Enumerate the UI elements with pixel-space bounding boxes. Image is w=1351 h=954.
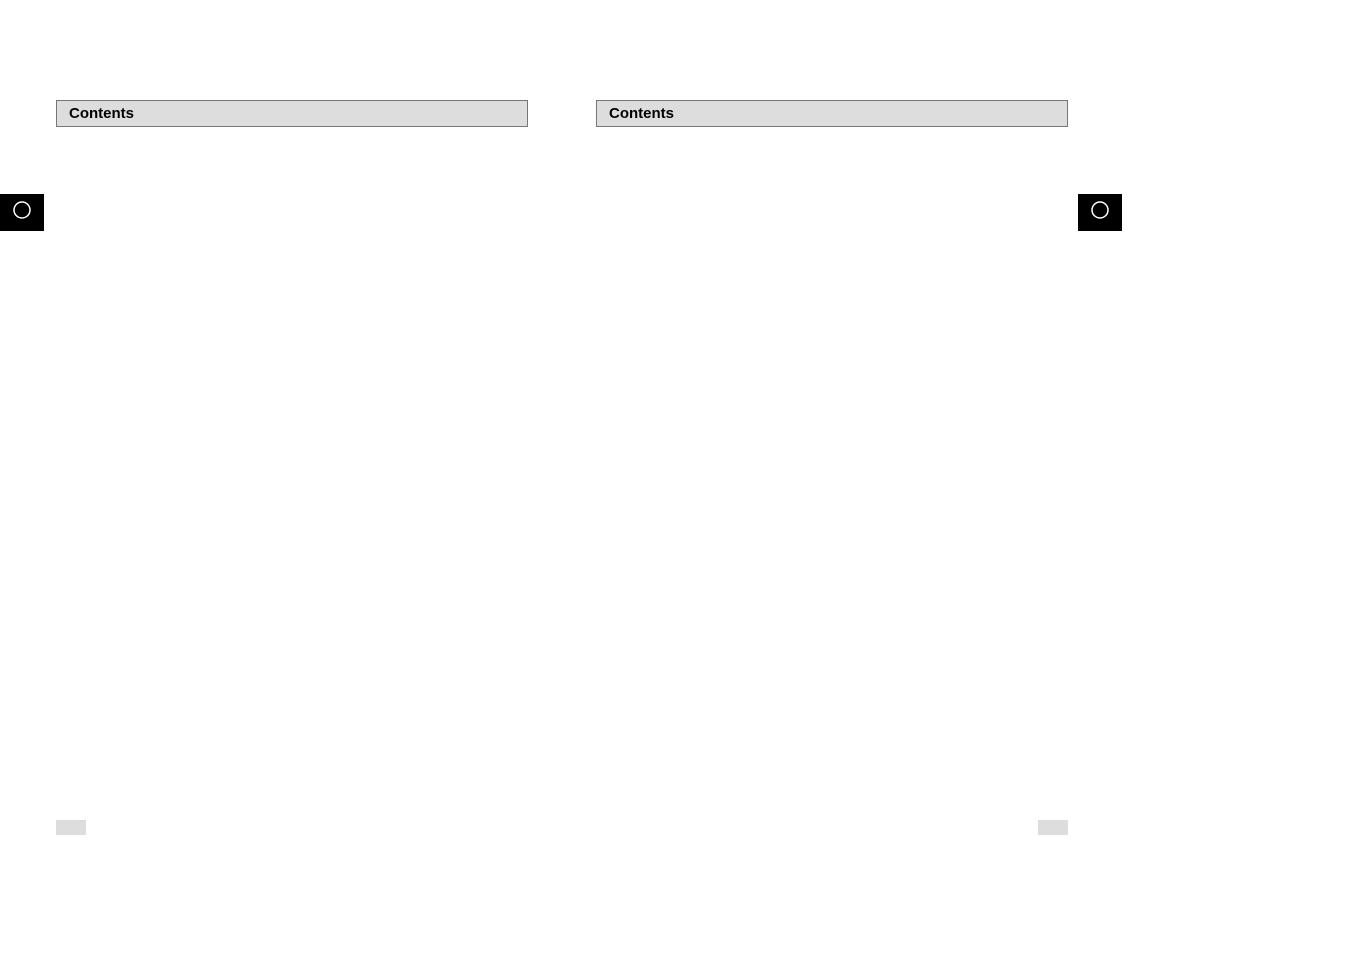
page-right: Contents [596, 100, 1068, 127]
contents-header-right[interactable]: Contents [596, 100, 1068, 127]
page-number-mark-right [1038, 820, 1068, 835]
next-page-button[interactable] [1078, 194, 1122, 231]
contents-header-left[interactable]: Contents [56, 100, 528, 127]
prev-page-button[interactable] [0, 194, 44, 231]
circle-icon [12, 200, 32, 225]
page-number-mark-left [56, 820, 86, 835]
circle-icon [1090, 200, 1110, 225]
page-left: Contents [56, 100, 528, 127]
page-spread: Contents Contents [56, 100, 1351, 127]
